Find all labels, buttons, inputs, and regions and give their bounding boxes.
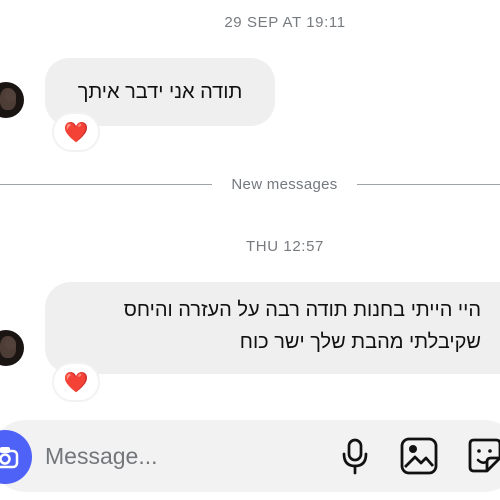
heart-icon: ❤️ — [63, 371, 89, 394]
sticker-icon — [468, 438, 500, 473]
gallery-icon — [400, 437, 438, 475]
new-messages-divider-right — [357, 184, 500, 185]
sticker-button[interactable] — [464, 435, 500, 477]
heart-icon: ❤️ — [63, 121, 89, 144]
chat-screen: 29 SEP AT 19:11 תודה אני ידבר איתך ❤️ Ne… — [0, 0, 500, 500]
message-timestamp: THU 12:57 — [246, 238, 324, 255]
message-input[interactable] — [45, 439, 325, 473]
voice-message-button[interactable] — [334, 435, 376, 477]
message-text: תודה אני ידבר איתך — [77, 81, 243, 103]
new-messages-divider-left — [0, 184, 212, 185]
new-messages-label: New messages — [231, 176, 338, 193]
received-message-bubble[interactable]: היי הייתי בחנות תודה רבה על העזרה והיחס … — [45, 282, 500, 374]
gallery-button[interactable] — [398, 435, 440, 477]
microphone-icon — [342, 438, 368, 475]
camera-icon — [0, 447, 19, 469]
message-timestamp: 29 SEP AT 19:11 — [224, 14, 346, 31]
contact-avatar[interactable] — [0, 330, 24, 366]
message-text: היי הייתי בחנות תודה רבה על העזרה והיחס … — [123, 299, 481, 353]
contact-avatar[interactable] — [0, 82, 24, 118]
heart-reaction[interactable]: ❤️ — [52, 112, 100, 152]
heart-reaction[interactable]: ❤️ — [52, 362, 100, 402]
